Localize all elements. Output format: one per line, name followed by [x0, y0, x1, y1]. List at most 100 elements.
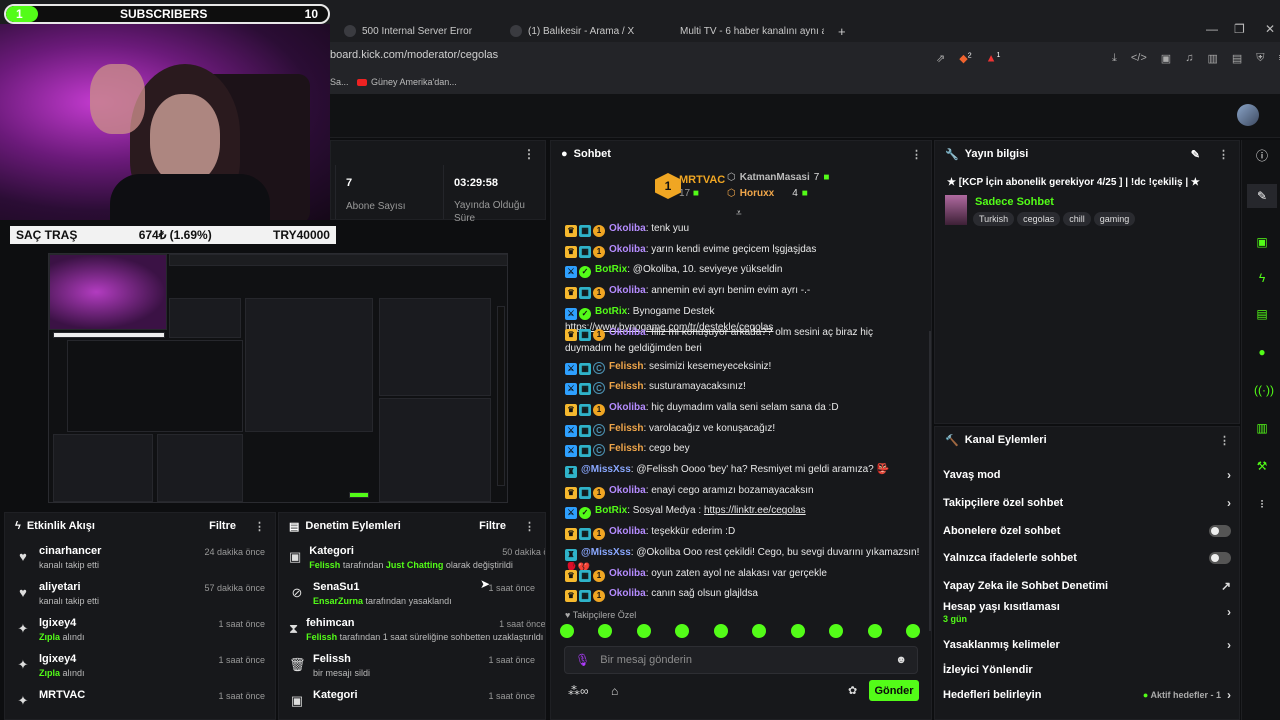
- moderation-row[interactable]: ▣ Kategori 1 saat önce: [279, 689, 545, 719]
- share-icon[interactable]: ⇗: [936, 52, 945, 65]
- chat-username[interactable]: BotRix: [595, 505, 627, 516]
- activity-filter-button[interactable]: Filtre: [209, 520, 236, 532]
- browser-tab[interactable]: Multi TV - 6 haber kanalını aynı anda: [674, 20, 824, 42]
- chat-message[interactable]: ⚔ ✓ BotRix: @Okoliba, 10. seviyeye yükseld…: [565, 262, 920, 279]
- chat-input[interactable]: 🎙 Bir mesaj gönderin ☻: [564, 646, 918, 674]
- chat-message[interactable]: ⚔ ▦ C Felissh: varolacağız ve konuşacağız!: [565, 421, 920, 437]
- toggle-switch[interactable]: [1209, 525, 1231, 537]
- moderator-name[interactable]: Felissh: [306, 632, 337, 642]
- moderation-menu-icon[interactable]: ⋮: [524, 520, 535, 533]
- chat-username[interactable]: Felissh: [609, 361, 643, 372]
- pencil-icon[interactable]: ✎: [1247, 184, 1277, 208]
- emote-icon[interactable]: [636, 624, 651, 638]
- emote-icon[interactable]: [829, 624, 844, 638]
- activity-row[interactable]: ✦ MRTVAC 1 saat önce: [5, 689, 275, 719]
- browser-tab[interactable]: (1) Balıkesir - Arama / X: [510, 20, 660, 42]
- emote-icon[interactable]: [905, 624, 920, 638]
- chat-message[interactable]: ⚔ ▦ C Felissh: cego bey: [565, 441, 920, 458]
- user-avatar[interactable]: [1237, 104, 1259, 126]
- chat-icon[interactable]: ●: [1254, 344, 1270, 360]
- top-gifter-name[interactable]: MRTVAC: [679, 174, 725, 186]
- maximize-button[interactable]: ❐: [1234, 22, 1245, 36]
- emote-icon[interactable]: [752, 624, 767, 638]
- stats-menu-icon[interactable]: ⋮: [523, 147, 535, 161]
- moderator-name[interactable]: Felissh: [309, 560, 340, 570]
- moderation-row[interactable]: 🗑 Felissh bir mesajı sildi 1 saat önce: [279, 653, 545, 689]
- brave-shield-icon[interactable]: ◆2: [959, 52, 971, 65]
- toggle-switch[interactable]: [1209, 552, 1231, 564]
- chat-username[interactable]: Felissh: [609, 381, 643, 392]
- chat-username[interactable]: Okoliba: [609, 327, 646, 338]
- channel-actions-menu-icon[interactable]: ⋮: [1219, 434, 1230, 447]
- chat-username[interactable]: Okoliba: [609, 588, 646, 599]
- chat-username[interactable]: Okoliba: [609, 285, 646, 296]
- wallet-icon[interactable]: ▤: [1232, 52, 1242, 65]
- wrench-icon[interactable]: ⚒: [1254, 458, 1270, 474]
- activity-menu-icon[interactable]: ⋮: [254, 520, 265, 533]
- chat-message[interactable]: ♛ ▦ 1 Okoliba: filiz mi konuşuyor arkada?? …: [565, 325, 920, 357]
- stream-tag[interactable]: cegolas: [1017, 212, 1061, 226]
- more-icon[interactable]: ⁝: [1254, 496, 1270, 512]
- activity-username[interactable]: lgixey4: [39, 653, 85, 665]
- microphone-icon[interactable]: 🎙: [575, 653, 590, 667]
- chat-message[interactable]: ♛ ▦ 1 Okoliba: oyun zaten ayol ne alakası v…: [565, 566, 920, 582]
- channel-action-item[interactable]: İzleyici Yönlendir: [935, 656, 1239, 684]
- channel-action-item[interactable]: Takipçilere özel sohbet ›: [935, 489, 1239, 517]
- emote-icon[interactable]: [790, 624, 805, 638]
- chat-message[interactable]: ⚔ ✓ BotRix: Sosyal Medya : https://linktr.…: [565, 503, 920, 520]
- download-icon[interactable]: ⤓: [1112, 52, 1117, 65]
- channel-action-item[interactable]: Yasaklanmış kelimeler ›: [935, 631, 1239, 659]
- broadcast-icon[interactable]: ((·)): [1254, 382, 1274, 398]
- chat-settings-icon[interactable]: ✿: [848, 684, 857, 697]
- chat-message[interactable]: ♛ ▦ 1 Okoliba: teşekkür ederim :D: [565, 524, 920, 541]
- stream-info-menu-icon[interactable]: ⋮: [1218, 148, 1229, 161]
- channel-action-item[interactable]: Yalnızca ifadelerle sohbet: [935, 544, 1239, 572]
- moderator-name[interactable]: EnsarZurna: [313, 596, 363, 606]
- emote-icon[interactable]: [713, 624, 728, 638]
- new-tab-button[interactable]: +: [838, 24, 846, 39]
- moderation-filter-button[interactable]: Filtre: [479, 520, 506, 532]
- list-icon[interactable]: ▤: [1254, 306, 1270, 322]
- emoji-picker-icon[interactable]: ☻: [895, 654, 907, 666]
- moderation-target[interactable]: fehimcan: [306, 617, 491, 629]
- chat-message[interactable]: ⚔ ▦ C Felissh: sesimizi kesemeyeceksiniz!: [565, 359, 920, 375]
- emote-icon[interactable]: [867, 624, 882, 638]
- chat-username[interactable]: Okoliba: [609, 244, 646, 255]
- chat-tools-icon[interactable]: ⁂∞: [568, 684, 589, 698]
- code-icon[interactable]: </>: [1131, 52, 1147, 65]
- chat-message[interactable]: ♛ ▦ 1 Okoliba: tenk yuu: [565, 221, 920, 237]
- moderation-row[interactable]: ⧗ fehimcan Felissh tarafından 1 saat sürel…: [279, 617, 545, 653]
- chat-message[interactable]: ♛ ▦ 1 Okoliba: yarın kendi evime geçicem lş…: [565, 242, 920, 258]
- activity-row[interactable]: ✦ lgixey4 Zıpla alındı 1 saat önce: [5, 617, 275, 653]
- collapse-pinned-icon[interactable]: ⩡: [736, 208, 742, 219]
- moderation-target[interactable]: Kategori: [309, 545, 494, 557]
- chat-scrollbar[interactable]: [929, 331, 931, 631]
- layout-icon[interactable]: ▥: [1254, 420, 1270, 436]
- gifter-2[interactable]: ⬡ KatmanMasasi 7 ■: [727, 172, 829, 183]
- activity-row[interactable]: ♥ aliyetari kanalı takip etti 57 dakika önc…: [5, 581, 275, 617]
- store-icon[interactable]: ⌂: [611, 684, 618, 698]
- channel-action-item[interactable]: Abonelere özel sohbet: [935, 517, 1239, 545]
- activity-row[interactable]: ✦ lgixey4 Zıpla alındı 1 saat önce: [5, 653, 275, 689]
- chat-message[interactable]: ♛ ▦ 1 Okoliba: canın sağ olsun glajldsa: [565, 586, 920, 603]
- moderation-row[interactable]: ⊘ SenaSu1 EnsarZurna tarafından yasaklandı…: [279, 581, 545, 617]
- chat-username[interactable]: Okoliba: [609, 402, 646, 413]
- info-icon[interactable]: ⓘ: [1254, 148, 1270, 164]
- music-icon[interactable]: ♫: [1185, 52, 1193, 65]
- chat-link[interactable]: https://linktr.ee/cegolas: [704, 505, 806, 516]
- send-button[interactable]: Gönder: [869, 680, 919, 701]
- rewards-icon[interactable]: ▲1: [986, 52, 1001, 65]
- chat-message[interactable]: ♛ ▦ 1 Okoliba: annemin evi ayrı benim evim …: [565, 283, 920, 300]
- chat-message[interactable]: ♛ ▦ 1 Okoliba: enayi cego aramızı bozamayac…: [565, 483, 920, 499]
- channel-action-item[interactable]: Hedefleri belirleyin ● Aktif hedefler - 1…: [935, 681, 1239, 709]
- screenshot-icon[interactable]: ▣: [1161, 52, 1171, 65]
- browser-tab[interactable]: 500 Internal Server Error: [344, 20, 494, 42]
- chat-username[interactable]: Okoliba: [609, 568, 646, 579]
- stream-tag[interactable]: gaming: [1093, 212, 1136, 226]
- chat-username[interactable]: BotRix: [595, 264, 627, 275]
- channel-action-item[interactable]: Hesap yaşı kısıtlaması 3 gün ›: [935, 598, 1239, 626]
- emote-icon[interactable]: [598, 624, 613, 638]
- chat-message[interactable]: ♜ @MissXss: @Felissh Oooo 'bey' ha? Resmi…: [565, 462, 920, 478]
- activity-username[interactable]: cinarhancer: [39, 545, 101, 557]
- activity-row[interactable]: ♥ cinarhancer kanalı takip etti 24 dakika ö…: [5, 545, 275, 581]
